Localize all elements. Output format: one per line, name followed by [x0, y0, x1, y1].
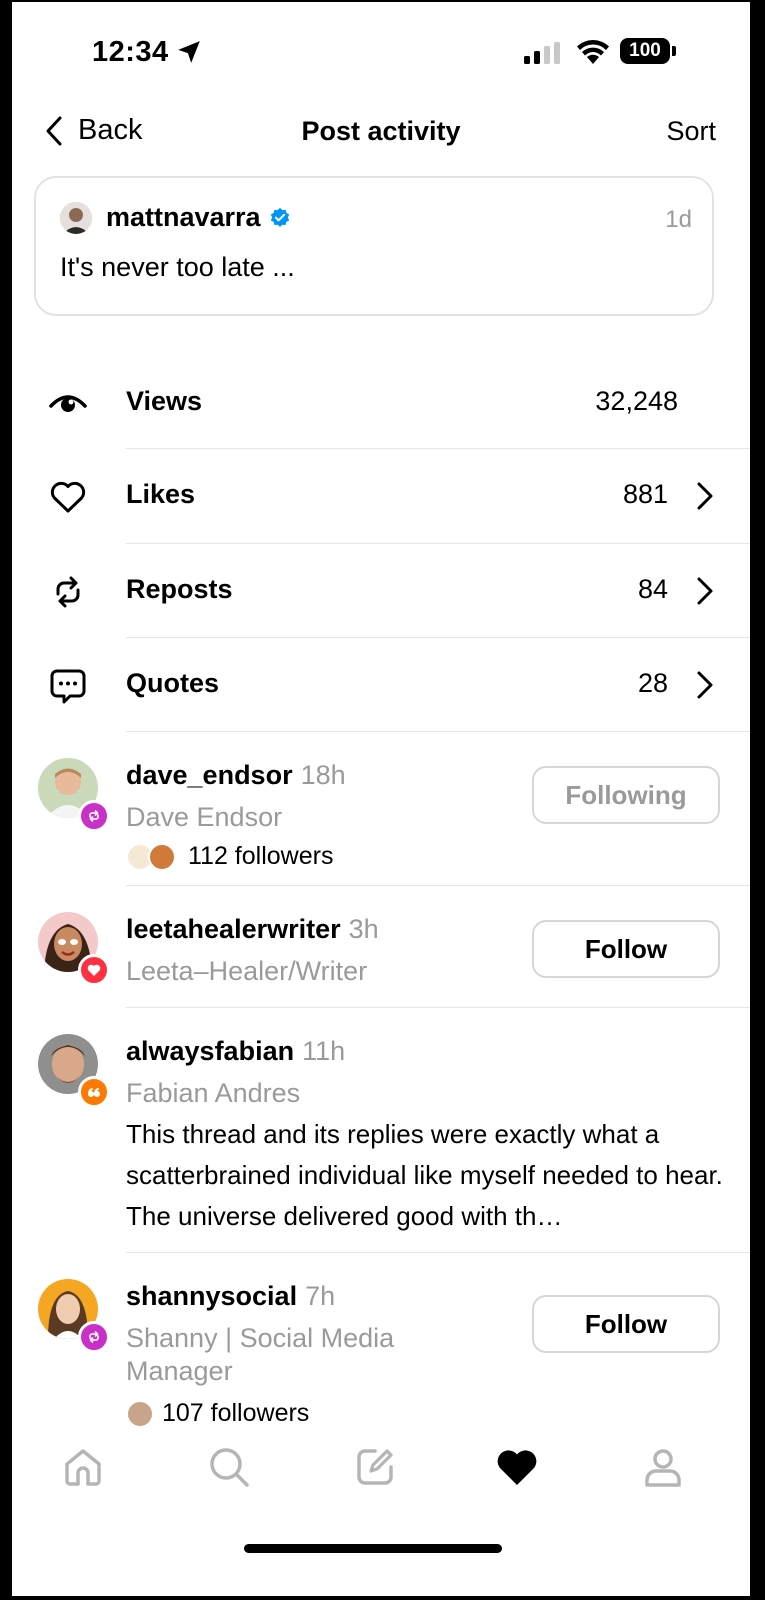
sort-button[interactable]: Sort	[666, 116, 716, 147]
follow-button[interactable]: Follow	[532, 1295, 720, 1353]
username-text: alwaysfabian	[126, 1036, 295, 1066]
activity-full-name-line2: Manager	[126, 1356, 233, 1386]
stat-row-likes[interactable]: Likes 881	[12, 449, 750, 543]
profile-icon	[645, 1449, 681, 1487]
bottom-tab-bar	[12, 1432, 750, 1512]
cellular-signal-icon	[524, 42, 560, 64]
nav-header: Back Post activity Sort	[12, 102, 750, 162]
verified-badge-icon	[270, 207, 289, 227]
chevron-right-icon	[697, 671, 713, 699]
activity-full-name: Fabian Andres	[126, 1078, 301, 1108]
tab-search[interactable]	[204, 1442, 254, 1492]
activity-time: 3h	[348, 914, 379, 944]
search-icon	[210, 1448, 249, 1487]
username-text: dave_endsor	[126, 760, 293, 790]
home-icon	[65, 1449, 101, 1486]
post-preview-card[interactable]: mattnavarra 1d It's never too late ...	[34, 176, 714, 316]
stat-label: Quotes	[126, 668, 220, 698]
heart-icon	[50, 481, 86, 513]
activity-time: 7h	[305, 1281, 336, 1311]
repost-icon	[56, 576, 80, 608]
stat-row-reposts[interactable]: Reposts 84	[12, 544, 750, 638]
activity-time: 11h	[302, 1036, 346, 1066]
avatar	[60, 202, 92, 234]
activity-full-name: Leeta–Healer/Writer	[126, 956, 368, 986]
stat-value: 32,248	[595, 386, 678, 416]
activity-username[interactable]: alwaysfabian 11h	[126, 1036, 345, 1067]
activity-full-name: Dave Endsor	[126, 802, 283, 832]
post-username: mattnavarra	[106, 202, 261, 232]
eye-icon	[49, 395, 87, 412]
battery-nub	[672, 46, 676, 56]
home-indicator[interactable]	[244, 1544, 502, 1553]
quote-icon	[50, 669, 86, 704]
activity-row-shannysocial[interactable]: shannysocial 7h Shanny | Social Media Man…	[12, 1253, 750, 1433]
activity-row-dave-endsor[interactable]: dave_endsor 18h Dave Endsor 112 followers…	[12, 732, 750, 884]
repost-badge-icon	[78, 800, 110, 832]
activity-username[interactable]: dave_endsor 18h	[126, 760, 346, 791]
activity-heart-icon	[497, 1450, 537, 1485]
follower-count-text: 107 followers	[162, 1399, 310, 1427]
activity-row-alwaysfabian[interactable]: alwaysfabian 11h Fabian Andres This threa…	[12, 1008, 750, 1252]
stat-label: Likes	[126, 479, 196, 509]
stat-value: 84	[637, 574, 668, 604]
follower-count: 112 followers	[126, 842, 333, 871]
stat-row-quotes[interactable]: Quotes 28	[12, 638, 750, 732]
follower-count-text: 112 followers	[188, 842, 334, 870]
quote-text[interactable]: This thread and its replies were exactly…	[126, 1114, 726, 1237]
activity-time: 18h	[300, 760, 346, 790]
battery-indicator: 100	[620, 38, 670, 64]
tab-home[interactable]	[58, 1442, 108, 1492]
tab-profile[interactable]	[638, 1442, 688, 1492]
chevron-right-icon	[697, 482, 713, 510]
post-author[interactable]: mattnavarra	[106, 202, 291, 233]
phone-screen: 12:34 100 Back Post activity Sort mattna…	[12, 2, 750, 1596]
repost-badge-icon	[78, 1321, 110, 1353]
stat-label: Reposts	[126, 574, 233, 604]
chevron-right-icon	[697, 577, 713, 605]
activity-full-name: Shanny | Social Media	[126, 1323, 395, 1353]
avatar	[126, 1399, 154, 1428]
wifi-icon	[577, 40, 609, 64]
stat-value: 881	[622, 479, 668, 509]
tab-activity[interactable]	[492, 1442, 542, 1492]
activity-username[interactable]: leetahealerwriter 3h	[126, 914, 379, 945]
stat-label: Views	[126, 386, 203, 416]
follow-button[interactable]: Follow	[532, 920, 720, 978]
activity-username[interactable]: shannysocial 7h	[126, 1281, 335, 1312]
tab-compose[interactable]	[350, 1442, 400, 1492]
activity-row-leetahealerwriter[interactable]: leetahealerwriter 3h Leeta–Healer/Writer …	[12, 886, 750, 1006]
compose-icon	[357, 1449, 393, 1485]
avatar	[148, 842, 176, 871]
location-arrow-icon	[178, 41, 200, 63]
username-text: shannysocial	[126, 1281, 298, 1311]
like-badge-icon	[78, 954, 110, 986]
post-text: It's never too late ...	[60, 252, 295, 282]
status-bar: 12:34 100	[12, 2, 750, 102]
post-timestamp: 1d	[665, 206, 692, 233]
stat-value: 28	[637, 668, 668, 698]
follower-count: 107 followers	[126, 1399, 309, 1428]
following-button[interactable]: Following	[532, 766, 720, 824]
quote-badge-icon	[78, 1076, 110, 1108]
status-time: 12:34	[92, 36, 169, 68]
stat-row-views: Views 32,248	[12, 356, 750, 450]
page-title: Post activity	[301, 116, 461, 146]
username-text: leetahealerwriter	[126, 914, 341, 944]
